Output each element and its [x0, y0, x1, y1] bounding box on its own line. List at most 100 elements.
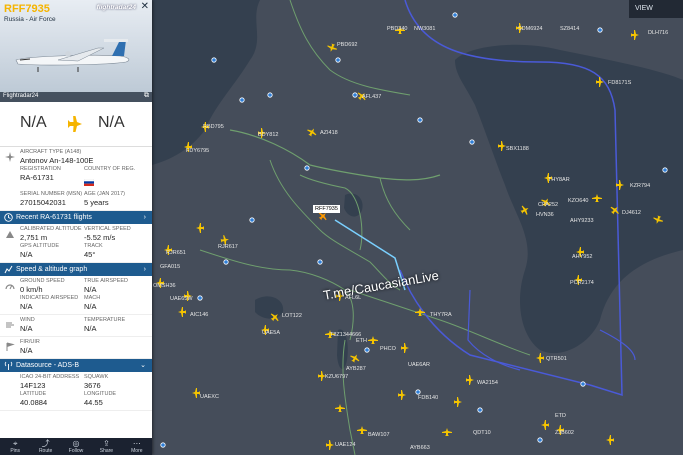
flight-label[interactable]: RBD795 [203, 124, 224, 130]
flight-label[interactable]: BDY812 [258, 132, 279, 138]
cal-alt-value: 2,751 m [20, 233, 48, 242]
close-icon[interactable]: ✕ [141, 1, 149, 12]
flight-label[interactable]: LOT122 [282, 313, 302, 319]
flight-label[interactable]: UAE6AR [408, 362, 430, 368]
track-value: 45° [84, 250, 96, 259]
flight-label[interactable]: FD8171S [608, 80, 631, 86]
icao-value: 14F123 [20, 381, 46, 390]
cal-alt-label: CALIBRATED ALTITUDE [20, 226, 82, 232]
icao-label: ICAO 24-BIT ADDRESS [20, 374, 80, 380]
share-icon: ⇪ [103, 439, 110, 448]
flight-label[interactable]: UAEXC [200, 394, 219, 400]
flight-label[interactable]: SDM6924 [518, 26, 542, 32]
flight-label[interactable]: PCR2174 [570, 280, 594, 286]
speed-graph-bar[interactable]: Speed & altitude graph › [0, 263, 152, 276]
flight-label[interactable]: UAE124 [335, 442, 356, 448]
follow-icon: ◎ [72, 439, 80, 448]
lat-label: LATITUDE [20, 391, 47, 397]
flight-label[interactable]: KZR794 [630, 183, 650, 189]
tab-share-label: Share [99, 448, 114, 454]
flight-label[interactable]: KZO640 [568, 198, 588, 204]
fir-value: N/A [20, 346, 33, 355]
operator-name: Russia - Air Force [4, 16, 56, 23]
flight-label[interactable]: KZU6797 [325, 374, 348, 380]
aircraft-icon [5, 152, 15, 162]
flight-label[interactable]: SBX1188 [506, 146, 529, 152]
speed-icon [5, 284, 15, 290]
flight-label[interactable]: QTR501 [546, 356, 567, 362]
flight-label[interactable]: PHCO [380, 346, 396, 352]
chevron-right-icon: › [143, 266, 146, 273]
age-label: AGE (JAN 2017) [84, 191, 125, 197]
external-link-icon[interactable]: ⧉ [144, 92, 149, 100]
flight-label[interactable]: DJ4612 [622, 210, 641, 216]
flight-label[interactable]: AYB287 [346, 366, 366, 372]
flight-label[interactable]: ETD [555, 413, 566, 419]
selected-flight-tag[interactable]: RFF7935 [313, 205, 340, 213]
squawk-value: 3676 [84, 381, 101, 390]
flight-label[interactable]: DLH716 [648, 30, 668, 36]
flight-label[interactable]: THY8AR [548, 177, 570, 183]
mach-label: MACH [84, 295, 101, 301]
speed-section: GROUND SPEED 0 km/h TRUE AIRSPEED N/A INDI… [0, 276, 152, 315]
flight-label[interactable]: PBD340 [387, 26, 408, 32]
gs-value: 0 km/h [20, 285, 43, 294]
flight-label[interactable]: AHY9233 [570, 218, 594, 224]
tab-pins-label: Pins [10, 448, 21, 454]
flight-label[interactable]: AZI418 [320, 130, 338, 136]
flight-label[interactable]: AFL437 [362, 94, 381, 100]
tab-route[interactable]: ⤴ Route [30, 438, 60, 455]
temp-label: TEMPERATURE [84, 317, 126, 323]
flight-info-panel: RFF7935 Russia - Air Force flightradar24… [0, 0, 152, 455]
route-section: N/A N/A [0, 102, 152, 147]
aircraft-photo[interactable] [8, 34, 138, 84]
temp-value: N/A [84, 324, 97, 333]
flight-label[interactable]: OMSH36 [153, 283, 176, 289]
vs-value: -5.52 m/s [84, 233, 116, 242]
aircraft-section: AIRCRAFT TYPE (A148) Antonov An-148-100E… [0, 147, 152, 211]
flight-label[interactable]: PBD692 [337, 42, 358, 48]
datasource-bar[interactable]: Datasource - ADS-B ⌄ [0, 359, 152, 372]
flight-label[interactable]: FDY6795 [186, 148, 209, 154]
track-label: TRACK [84, 243, 103, 249]
altitude-section: CALIBRATED ALTITUDE 2,751 m VERTICAL SPEE… [0, 224, 152, 263]
flight-label[interactable]: HVN36 [536, 212, 554, 218]
gs-label: GROUND SPEED [20, 278, 65, 284]
aircraft-type-label: AIRCRAFT TYPE (A148) [20, 149, 82, 155]
view-button[interactable]: VIEW [629, 0, 683, 18]
tab-route-label: Route [38, 448, 53, 454]
altitude-icon [6, 231, 14, 238]
route-icon: ⤴ [41, 439, 50, 448]
wind-label: WIND [20, 317, 35, 323]
flight-label[interactable]: THY7RA [430, 312, 452, 318]
flight-label[interactable]: NW3081 [414, 26, 435, 32]
flight-label[interactable]: FDB140 [418, 395, 438, 401]
flight-label[interactable]: QDT10 [473, 430, 491, 436]
recent-flights-bar[interactable]: Recent RA-61731 flights › [0, 211, 152, 224]
flight-label[interactable]: ZJB602 [555, 430, 574, 436]
flight-label[interactable]: WA2154 [477, 380, 498, 386]
flight-label[interactable]: GFA015 [160, 264, 180, 270]
tab-pins[interactable]: ⌖ Pins [0, 438, 30, 455]
flight-label[interactable]: AYB663 [410, 445, 430, 451]
flight-label[interactable]: RJR651 [166, 250, 186, 256]
lat-value: 40.0884 [20, 398, 48, 407]
flight-label[interactable]: UAE5A [262, 330, 280, 336]
tab-more[interactable]: ⋯ More [122, 438, 152, 455]
registration-value: RA-61731 [20, 173, 54, 182]
flight-label[interactable]: SZ8414 [560, 26, 579, 32]
tab-share[interactable]: ⇪ Share [91, 438, 121, 455]
flight-label[interactable]: ETH [356, 338, 367, 344]
gps-alt-label: GPS ALTITUDE [20, 243, 60, 249]
age-value: 5 years [84, 198, 109, 207]
lon-value: 44.55 [84, 398, 103, 407]
flight-label[interactable]: AHY952 [572, 254, 593, 260]
flight-label[interactable]: BAW107 [368, 432, 390, 438]
tab-follow[interactable]: ◎ Follow [61, 438, 91, 455]
flight-label[interactable]: AIC146 [190, 312, 208, 318]
flight-label[interactable]: RJR617 [218, 244, 238, 250]
destination-airport[interactable]: N/A [98, 114, 125, 132]
origin-airport[interactable]: N/A [20, 114, 47, 132]
flight-label[interactable]: CPA252 [538, 202, 558, 208]
flight-label[interactable]: UAE65W [170, 296, 193, 302]
